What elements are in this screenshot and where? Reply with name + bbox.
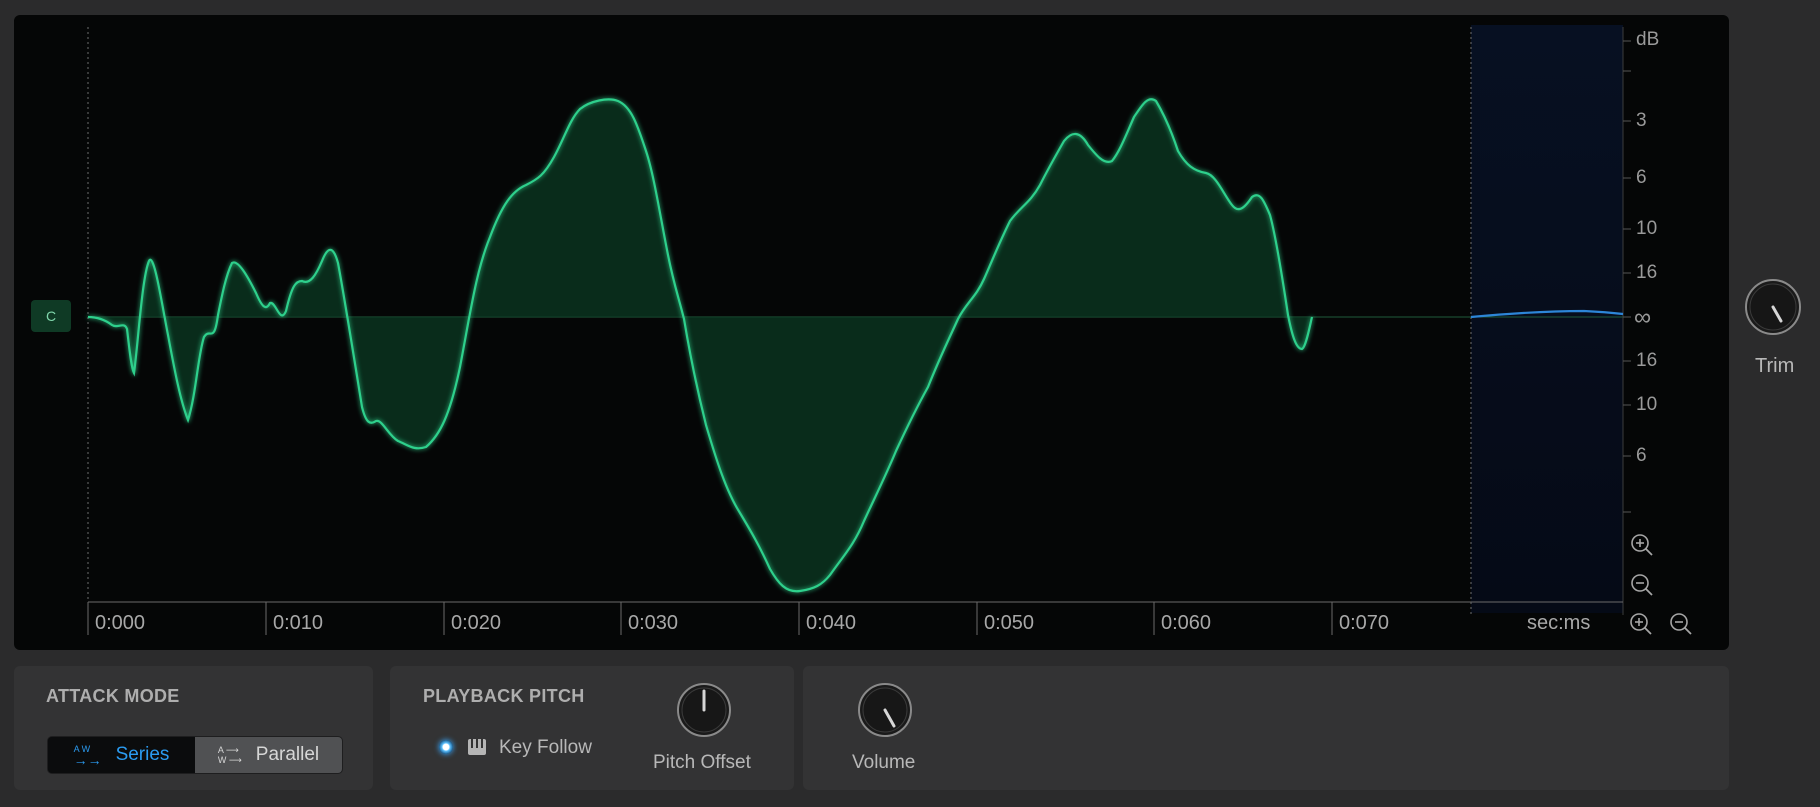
channel-badge[interactable]: C [31,300,71,332]
db-label-bottom-10: 10 [1636,394,1658,415]
zoom-in-icon[interactable] [1628,611,1654,637]
attack-mode-switch[interactable]: A W →→ Series A ⟶ W ⟶ Parallel [47,736,343,774]
series-button[interactable]: A W →→ Series [48,737,195,773]
parallel-button[interactable]: A ⟶ W ⟶ Parallel [195,737,342,773]
db-label-top-6: 6 [1636,167,1647,188]
parallel-icon: A ⟶ W ⟶ [217,745,242,765]
time-label: 0:040 [806,612,857,634]
time-label: 0:030 [628,612,679,634]
time-label: 0:020 [451,612,502,634]
time-label: 0:060 [1161,612,1212,634]
release-region [1471,25,1623,613]
key-follow-radio[interactable] [439,740,453,754]
db-label-top-3: 3 [1636,110,1647,131]
attack-mode-panel: ATTACK MODE A W →→ Series A ⟶ W ⟶ Parall… [14,666,373,790]
time-label: 0:000 [95,612,146,634]
time-label: 0:050 [984,612,1035,634]
volume-panel: Volume [803,666,1729,790]
time-label: 0:010 [273,612,324,634]
waveform-fill [88,99,1312,592]
db-label-bottom-16: 16 [1636,350,1658,371]
volume-knob[interactable] [857,682,913,738]
pitch-offset-label: Pitch Offset [653,752,751,773]
time-label: 0:070 [1339,612,1390,634]
db-label-bottom-6: 6 [1636,445,1647,466]
playback-pitch-panel: PLAYBACK PITCH Key Follow Pitch Offset [390,666,794,790]
db-unit-label: dB [1636,29,1660,50]
db-label-top-10: 10 [1636,218,1658,239]
series-label: Series [115,744,170,765]
waveform-display[interactable]: dB 3 6 10 16 ∞ 16 10 6 0:000 0:010 0:020… [14,15,1729,650]
keyboard-icon [468,739,486,755]
key-follow-label: Key Follow [499,737,592,758]
playback-pitch-title: PLAYBACK PITCH [423,686,585,706]
db-label-top-16: 16 [1636,262,1658,283]
zoom-out-icon[interactable] [1668,611,1694,637]
parallel-label: Parallel [255,744,320,765]
volume-label: Volume [852,752,916,773]
attack-mode-title: ATTACK MODE [46,686,180,706]
zoom-out-icon[interactable] [1629,572,1655,598]
waveform-canvas[interactable] [14,15,1729,650]
db-label-infinity: ∞ [1634,304,1652,331]
time-units-label: sec:ms [1527,612,1591,634]
trim-knob[interactable] [1744,278,1802,336]
db-axis-ticks [1623,40,1631,513]
zoom-in-icon[interactable] [1629,532,1655,558]
series-icon: A W →→ [73,743,102,768]
pitch-offset-knob[interactable] [676,682,732,738]
trim-label: Trim [1755,355,1795,377]
